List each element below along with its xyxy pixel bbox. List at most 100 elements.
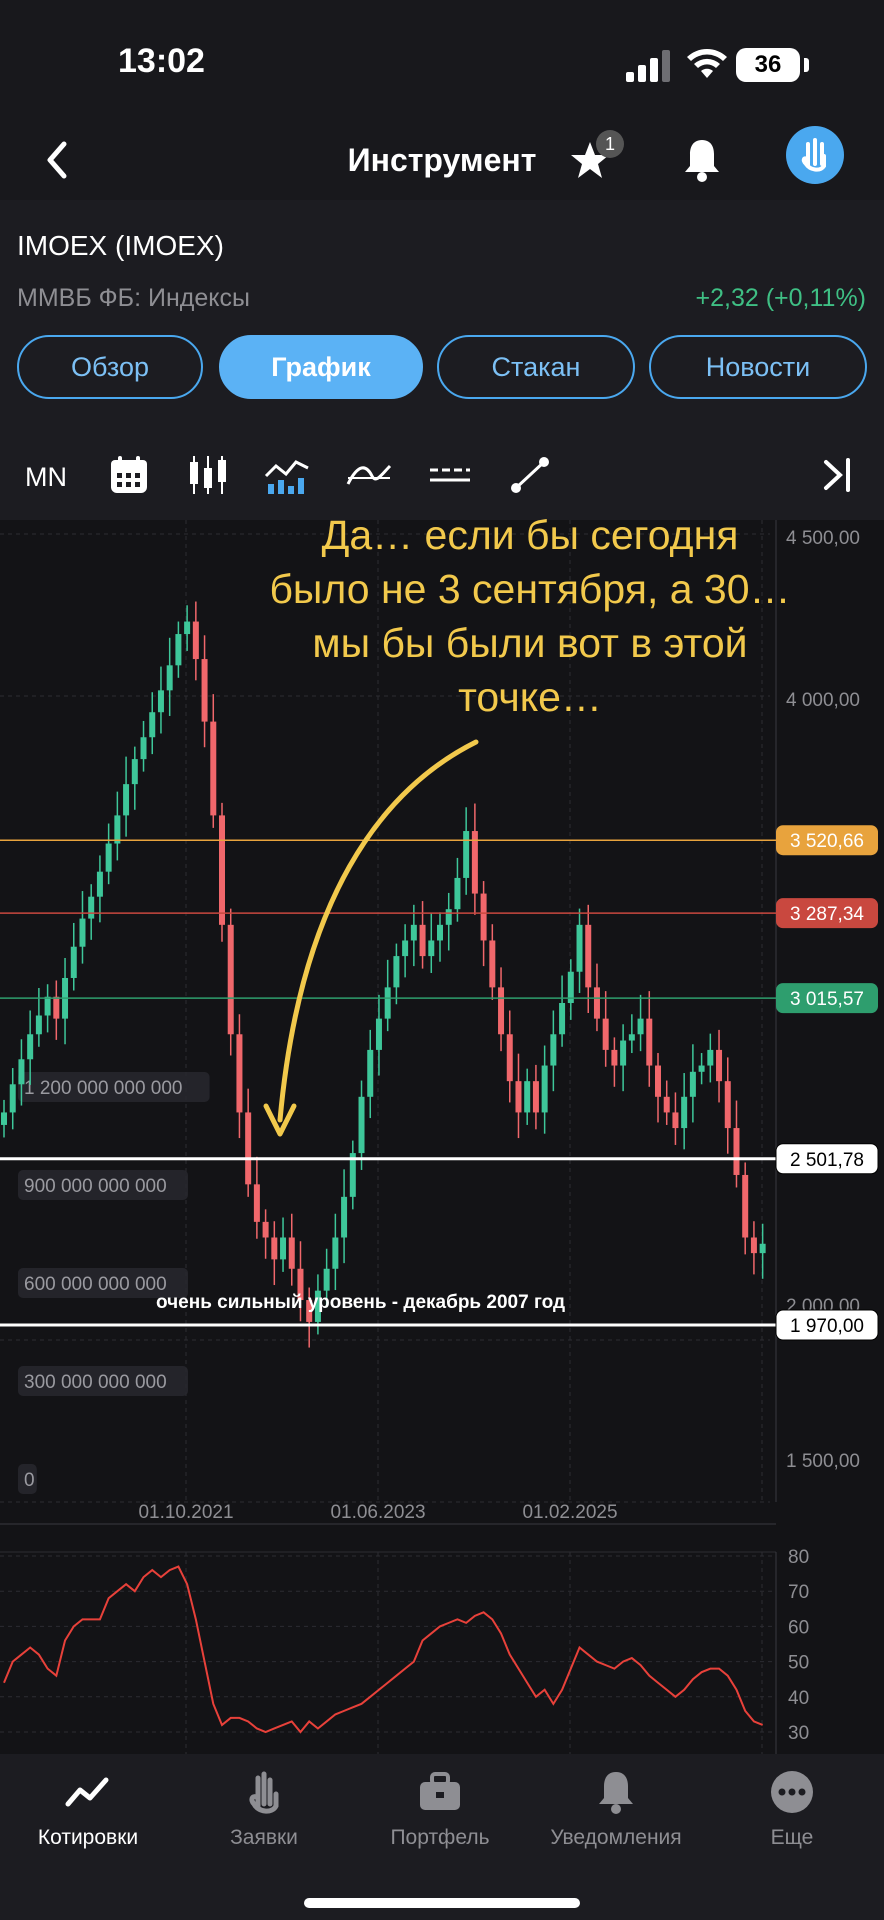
oscillator-tick-label: 50: [788, 1653, 809, 1674]
price-level-label: 3 015,57: [790, 989, 864, 1010]
tab-news[interactable]: Новости: [649, 335, 867, 399]
candle-body: [131, 759, 138, 785]
segment-tabs: Обзор График Стакан Новости: [17, 335, 867, 399]
candle-body: [637, 1018, 644, 1035]
tabbar-label: Заявки: [230, 1826, 298, 1849]
interval-selector[interactable]: MN: [25, 462, 67, 493]
candle-body: [253, 1184, 260, 1222]
chart-toolbar: MN: [0, 440, 884, 510]
candle-body: [498, 987, 505, 1035]
avatar[interactable]: [786, 126, 844, 184]
draw-line-icon[interactable]: [508, 454, 552, 496]
page-title: Инструмент: [347, 142, 537, 178]
tabbar-more[interactable]: Еще: [704, 1754, 880, 1884]
candle-body: [541, 1065, 548, 1113]
x-tick-label: 01.06.2023: [330, 1502, 425, 1523]
candle-body: [27, 1034, 34, 1060]
volume-tick-label: 0: [24, 1470, 35, 1491]
scroll-to-end-icon[interactable]: [818, 454, 858, 496]
annotation-line: точке…: [458, 674, 602, 720]
candle-body: [524, 1081, 531, 1113]
candle-body: [323, 1268, 330, 1291]
price-level-label: 3 287,34: [790, 904, 864, 925]
tabbar-quotes[interactable]: Котировки: [0, 1754, 176, 1884]
candle-body: [280, 1237, 287, 1260]
wifi-icon: [687, 49, 727, 78]
horizontal-lines-icon[interactable]: [428, 454, 472, 496]
candle-body: [698, 1065, 705, 1072]
candle-body: [620, 1040, 627, 1066]
instrument-market: ММВБ ФБ: Индексы: [17, 284, 250, 312]
tab-overview[interactable]: Обзор: [17, 335, 203, 399]
volume-tick-label: 600 000 000 000: [24, 1274, 167, 1295]
tab-order-book[interactable]: Стакан: [437, 335, 635, 399]
candle-body: [742, 1174, 749, 1238]
candle-body: [750, 1237, 757, 1254]
candle-body: [114, 815, 121, 844]
tabbar-label: Котировки: [37, 1826, 139, 1849]
candle-body: [367, 1049, 374, 1097]
candle-body: [759, 1243, 766, 1254]
tabbar-notifications[interactable]: Уведомления: [528, 1754, 704, 1884]
tab-chart[interactable]: График: [219, 335, 423, 399]
chart-area[interactable]: 4 500,00 4 000,00 2 000,00 1 500,00 01.1…: [0, 512, 884, 1760]
cellular-signal-icon: [626, 50, 670, 82]
candle-body: [663, 1096, 670, 1113]
candle-body: [245, 1112, 252, 1185]
annotation-text: Да… если бы сегодня было не 3 сентября, …: [180, 508, 880, 724]
chart-trend-icon: [65, 1777, 109, 1807]
tabbar-orders[interactable]: Заявки: [176, 1754, 352, 1884]
navigation-bar: Инструмент 1: [0, 120, 884, 200]
candle-body: [88, 896, 95, 919]
candle-body: [602, 1018, 609, 1050]
tabbar-label: Портфель: [390, 1826, 490, 1849]
candle-body: [384, 987, 391, 1019]
instrument-change: +2,32 (+0,11%): [695, 284, 866, 312]
candle-body: [646, 1018, 653, 1066]
candle-body: [149, 712, 156, 738]
candle-body: [463, 831, 470, 878]
battery-tip: [804, 58, 809, 72]
tabbar-label: Уведомления: [550, 1826, 682, 1849]
bell-icon[interactable]: [680, 136, 724, 184]
indicators-icon[interactable]: [264, 454, 312, 496]
candle-body: [576, 924, 583, 972]
candle-body: [262, 1221, 269, 1238]
more-dots-icon: [771, 1771, 813, 1813]
candle-body: [9, 1084, 16, 1113]
x-tick-label: 01.02.2025: [522, 1502, 617, 1523]
candle-body: [70, 946, 77, 978]
candle-body: [419, 924, 426, 957]
annotation-line: было не 3 сентября, а 30…: [269, 566, 791, 612]
candle-body: [53, 996, 60, 1019]
candle-body: [166, 665, 173, 691]
oscillator-tick-label: 60: [788, 1617, 809, 1638]
candle-body: [672, 1112, 679, 1129]
instrument-name: IMOEX (IMOEX): [17, 230, 224, 261]
volume-tick-label: 1 200 000 000 000: [24, 1078, 183, 1099]
candle-body: [410, 924, 417, 941]
candle-body: [532, 1081, 539, 1113]
oscillator-tick-label: 30: [788, 1723, 809, 1744]
candle-body: [105, 843, 112, 872]
candle-body: [1, 1112, 7, 1125]
candle-body: [593, 987, 600, 1019]
candle-body: [550, 1034, 557, 1066]
volume-tick-label: 300 000 000 000: [24, 1372, 167, 1393]
briefcase-icon: [420, 1772, 460, 1810]
candle-body: [210, 721, 217, 816]
candle-body: [271, 1237, 278, 1260]
tabbar-portfolio[interactable]: Портфель: [352, 1754, 528, 1884]
candle-body: [393, 956, 400, 988]
bell-icon: [599, 1772, 633, 1814]
annotation-line: мы бы были вот в этой: [312, 620, 748, 666]
calendar-icon[interactable]: [108, 454, 150, 496]
candles-icon[interactable]: [186, 454, 230, 496]
candle-body: [358, 1096, 365, 1154]
oscillator-tick-label: 80: [788, 1547, 809, 1568]
x-tick-label: 01.10.2021: [138, 1502, 233, 1523]
candle-body: [480, 893, 487, 941]
candle-body: [689, 1071, 696, 1097]
candle-body: [44, 996, 51, 1016]
trend-lines-icon[interactable]: [346, 454, 392, 496]
